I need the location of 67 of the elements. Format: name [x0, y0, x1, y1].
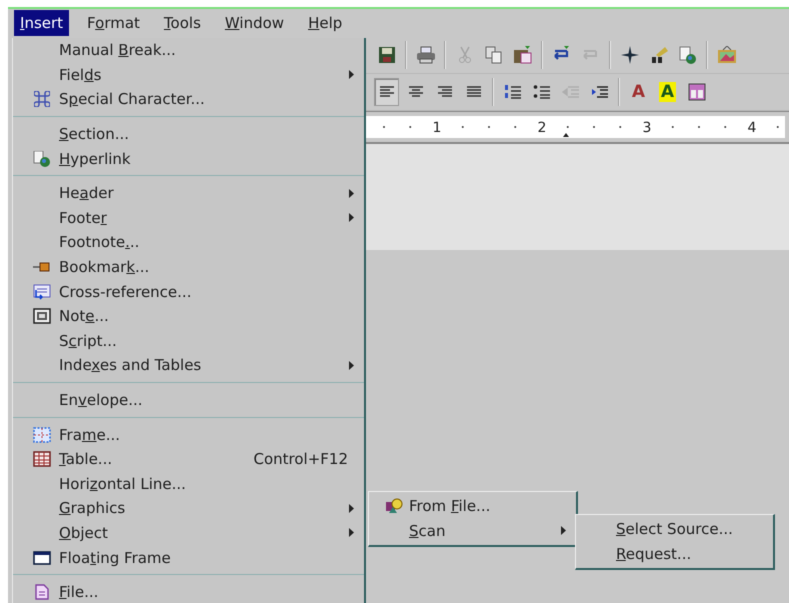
clipboard-icon — [512, 46, 532, 64]
document-globe-icon — [33, 150, 51, 167]
menu-item[interactable]: Indexes and Tables — [13, 353, 364, 378]
document-icon — [35, 584, 49, 600]
table-icon — [33, 451, 51, 468]
indent-icon — [590, 84, 608, 100]
note-icon — [33, 308, 51, 324]
menu-item[interactable]: Envelope... — [13, 388, 364, 412]
menu-bar-item[interactable]: Insert — [14, 10, 70, 36]
compass-star-icon — [620, 46, 640, 64]
menu-item[interactable]: Fields — [13, 62, 364, 88]
menu-item[interactable]: Graphics — [13, 496, 364, 521]
menu-item[interactable]: Script... — [13, 328, 364, 354]
menu-bar-item[interactable]: Help — [302, 10, 348, 36]
menu-bar-item[interactable]: Window — [218, 10, 290, 36]
submenu-arrow-icon — [349, 188, 354, 198]
menu-item[interactable]: Footer — [13, 206, 364, 230]
submenu-arrow-icon — [561, 526, 566, 536]
menu-item[interactable]: Bookmark... — [13, 254, 364, 280]
framed-picture-icon — [716, 46, 736, 64]
menu-item[interactable]: From File... — [369, 494, 576, 519]
menu-item[interactable]: Scan — [369, 518, 576, 544]
document-globe-icon — [678, 46, 696, 64]
menu-item[interactable]: Cross-reference... — [13, 279, 364, 304]
menu-item[interactable]: Special Character... — [13, 87, 364, 112]
frame-icon — [33, 426, 51, 443]
cross-reference-icon — [33, 284, 51, 300]
menu-item[interactable]: Header — [13, 180, 364, 206]
submenu-arrow-icon — [349, 528, 354, 538]
pin-icon — [33, 261, 51, 274]
command-key-icon — [34, 91, 50, 108]
menu-item[interactable]: Section... — [13, 122, 364, 146]
toolbar-button[interactable] — [374, 78, 399, 106]
shapes-icon — [385, 498, 403, 514]
ruler: 1 2 3 4 — [364, 116, 785, 138]
scissors-icon — [458, 46, 472, 64]
shortcut-label: Control+F12 — [253, 450, 348, 468]
align-center-icon — [408, 85, 424, 99]
menu-item[interactable]: Note... — [13, 304, 364, 329]
submenu-arrow-icon — [349, 213, 354, 222]
menu-item[interactable]: Footnote... — [13, 230, 364, 255]
menu-bar-item[interactable]: Tools — [158, 10, 207, 36]
menu-item[interactable]: File... — [13, 580, 364, 603]
bulleted-list-icon — [532, 84, 550, 100]
menu-item[interactable]: Manual Break... — [13, 38, 364, 63]
toolbar-button[interactable]: A — [626, 78, 651, 106]
menu-item[interactable]: Object — [13, 520, 364, 546]
outdent-icon — [562, 84, 580, 100]
menu-bar-item[interactable]: Format — [81, 10, 146, 36]
menu-item[interactable]: Horizontal Line... — [13, 472, 364, 496]
menu-item[interactable]: Floating Frame — [13, 545, 364, 570]
submenu-arrow-icon — [349, 70, 354, 80]
menu-item[interactable]: Table... Control+F12 — [13, 446, 364, 472]
window-icon — [33, 550, 51, 565]
layout-icon — [688, 83, 706, 101]
justify-icon — [466, 85, 482, 99]
align-right-icon — [436, 85, 452, 99]
menu-item[interactable]: Frame... — [13, 422, 364, 447]
submenu-arrow-icon — [349, 504, 354, 513]
numbered-list-icon — [504, 84, 522, 100]
menu-item[interactable]: Request... — [576, 542, 773, 566]
align-left-icon — [378, 85, 394, 99]
printer-icon — [416, 46, 436, 64]
menu-item[interactable]: Select Source... — [576, 517, 773, 542]
submenu-arrow-icon — [349, 360, 354, 370]
menu-item[interactable]: Hyperlink — [13, 146, 364, 171]
copy-icon — [484, 46, 502, 64]
